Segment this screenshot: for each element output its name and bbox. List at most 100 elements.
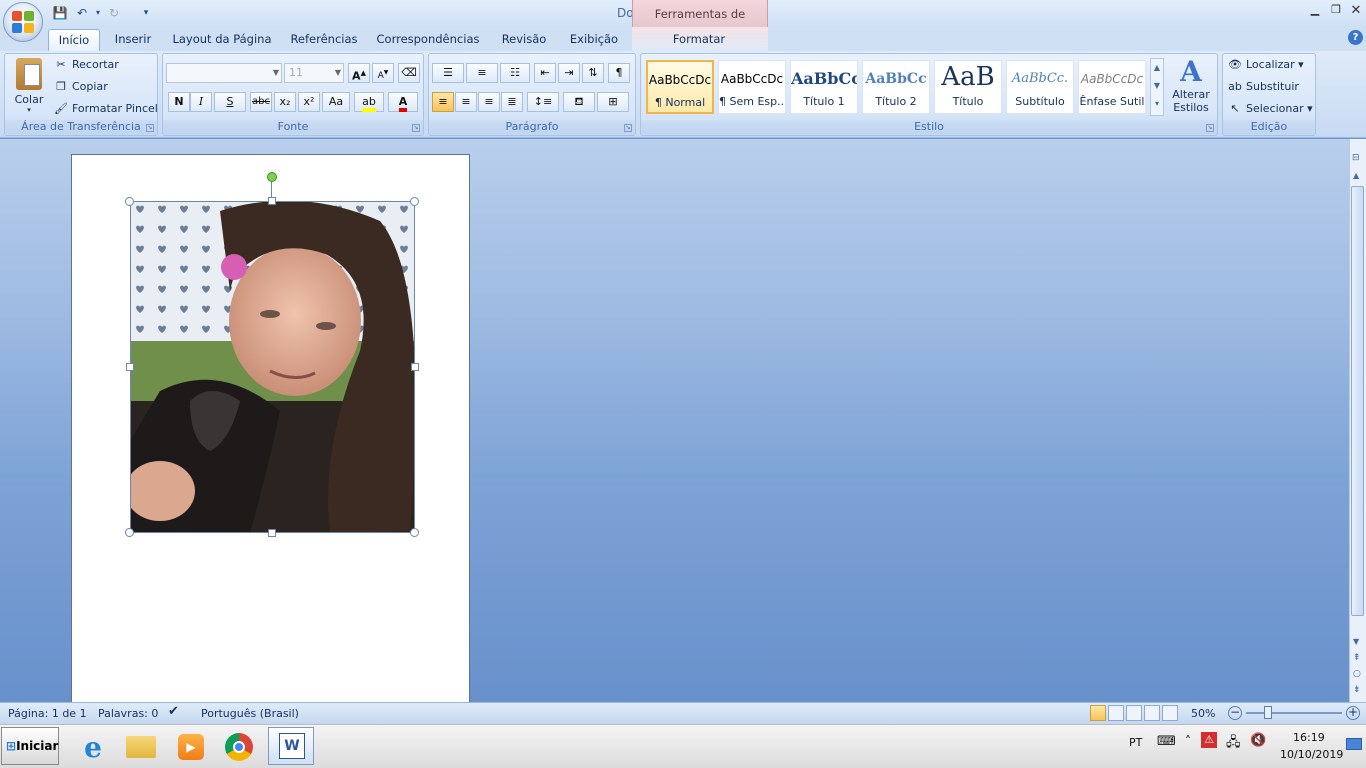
previous-page-icon[interactable]: ⇞ bbox=[1353, 653, 1361, 663]
tab-inserir[interactable]: Inserir bbox=[108, 29, 158, 51]
clock-date[interactable]: 10/10/2019 bbox=[1280, 748, 1343, 761]
subscript-button[interactable]: x₂ bbox=[274, 92, 296, 112]
underline-button[interactable]: S bbox=[214, 92, 246, 112]
page-count[interactable]: Página: 1 de 1 bbox=[8, 707, 87, 721]
internet-explorer-icon[interactable]: e bbox=[76, 730, 110, 764]
scroll-down-icon[interactable]: ▼ bbox=[1353, 637, 1359, 646]
font-color-button[interactable]: A bbox=[388, 92, 418, 112]
chrome-icon[interactable] bbox=[222, 730, 256, 764]
bold-button[interactable]: N bbox=[168, 92, 190, 112]
tab-inicio[interactable]: Início bbox=[48, 29, 100, 51]
zoom-in-icon[interactable]: + bbox=[1346, 706, 1360, 720]
zoom-out-icon[interactable]: − bbox=[1228, 706, 1242, 720]
show-hidden-icons-icon[interactable]: ˄ bbox=[1185, 734, 1191, 748]
shading-button[interactable]: ⛾ bbox=[563, 92, 595, 112]
strikethrough-button[interactable]: abc bbox=[250, 92, 272, 112]
network-icon[interactable]: 🖧 bbox=[1226, 733, 1241, 755]
resize-handle-ne[interactable] bbox=[410, 197, 419, 206]
styles-scroll[interactable]: ▲ ▼ ▾ bbox=[1150, 58, 1164, 116]
copy-button[interactable]: ❐ Copiar bbox=[54, 77, 108, 97]
print-layout-icon[interactable] bbox=[1090, 705, 1106, 721]
paste-button[interactable]: Colar ▾ bbox=[10, 56, 48, 118]
dialog-launcher-icon[interactable]: ↘ bbox=[624, 124, 632, 132]
scroll-up-icon[interactable]: ▲ bbox=[1353, 171, 1359, 180]
clock-time[interactable]: 16:19 bbox=[1293, 731, 1325, 744]
highlight-button[interactable]: ab bbox=[354, 92, 384, 112]
align-center-button[interactable]: ≡ bbox=[455, 92, 477, 112]
grow-font-button[interactable]: A▲ bbox=[348, 63, 370, 83]
format-painter-button[interactable]: 🖌 Formatar Pincel bbox=[54, 99, 158, 119]
bullets-button[interactable]: ☰ bbox=[432, 63, 464, 83]
style-titulo[interactable]: AaB Título bbox=[934, 60, 1002, 114]
show-desktop-icon[interactable] bbox=[1346, 738, 1362, 750]
zoom-level[interactable]: 50% bbox=[1191, 707, 1215, 721]
zoom-slider-thumb[interactable] bbox=[1264, 706, 1272, 719]
resize-handle-n[interactable] bbox=[268, 197, 276, 205]
file-explorer-icon[interactable] bbox=[124, 730, 158, 764]
font-size-combo[interactable]: 11 ▼ bbox=[284, 63, 344, 83]
zoom-slider[interactable] bbox=[1246, 712, 1342, 714]
word-taskbar-button[interactable]: W bbox=[268, 727, 314, 765]
volume-muted-icon[interactable]: 🔇 bbox=[1250, 733, 1266, 748]
resize-handle-e[interactable] bbox=[411, 363, 419, 371]
rotate-handle[interactable] bbox=[267, 172, 277, 182]
full-screen-reading-icon[interactable] bbox=[1108, 705, 1124, 721]
scroll-thumb[interactable] bbox=[1351, 186, 1364, 616]
web-layout-icon[interactable] bbox=[1126, 705, 1142, 721]
media-player-icon[interactable]: ▶ bbox=[174, 730, 208, 764]
tab-layout[interactable]: Layout da Página bbox=[168, 29, 276, 51]
cut-button[interactable]: ✂ Recortar bbox=[54, 55, 118, 75]
resize-handle-s[interactable] bbox=[268, 529, 276, 537]
replace-button[interactable]: ab Substituir bbox=[1228, 77, 1299, 97]
dialog-launcher-icon[interactable]: ↘ bbox=[146, 124, 154, 132]
tab-correspondencias[interactable]: Correspondências bbox=[372, 29, 484, 51]
style-titulo-1[interactable]: AaBbCc Título 1 bbox=[790, 60, 858, 114]
multilevel-list-button[interactable]: ☷ bbox=[500, 63, 530, 83]
show-marks-button[interactable]: ¶ bbox=[608, 63, 630, 83]
style-sem-espacamento[interactable]: AaBbCcDc ¶ Sem Esp... bbox=[718, 60, 786, 114]
increase-indent-button[interactable]: ⇥ bbox=[558, 63, 580, 83]
style-titulo-2[interactable]: AaBbCc Título 2 bbox=[862, 60, 930, 114]
minimize-icon[interactable]: ▁ bbox=[1305, 3, 1325, 21]
resize-handle-sw[interactable] bbox=[125, 528, 134, 537]
antivirus-icon[interactable]: ⚠ bbox=[1201, 732, 1217, 748]
font-name-combo[interactable]: ▼ bbox=[166, 63, 282, 83]
dialog-launcher-icon[interactable]: ↘ bbox=[1206, 124, 1214, 132]
keyboard-icon[interactable]: ⌨ bbox=[1157, 734, 1176, 749]
tab-formatar[interactable]: Formatar bbox=[664, 29, 734, 51]
language-bar[interactable]: PT bbox=[1129, 736, 1142, 749]
numbering-button[interactable]: ≡ bbox=[466, 63, 498, 83]
sort-button[interactable]: ⇅ bbox=[582, 63, 604, 83]
borders-button[interactable]: ⊞ bbox=[597, 92, 629, 112]
next-page-icon[interactable]: ⇟ bbox=[1353, 685, 1361, 695]
style-subtitulo[interactable]: AaBbCc. Subtítulo bbox=[1006, 60, 1074, 114]
draft-icon[interactable] bbox=[1162, 705, 1178, 721]
style-enfase-sutil[interactable]: AaBbCcDc Ênfase Sutil bbox=[1078, 60, 1146, 114]
change-case-button[interactable]: Aa bbox=[322, 92, 350, 112]
resize-handle-w[interactable] bbox=[126, 363, 134, 371]
proofing-icon[interactable]: ✔ bbox=[168, 705, 179, 719]
align-right-button[interactable]: ≡ bbox=[478, 92, 500, 112]
resize-handle-se[interactable] bbox=[410, 528, 419, 537]
clear-format-button[interactable]: ⌫ bbox=[398, 63, 420, 83]
ruler-toggle-icon[interactable]: ⊟ bbox=[1352, 153, 1360, 163]
tab-exibicao[interactable]: Exibição bbox=[562, 29, 626, 51]
close-icon[interactable]: ✕ bbox=[1346, 3, 1366, 21]
dialog-launcher-icon[interactable]: ↘ bbox=[412, 124, 420, 132]
tab-referencias[interactable]: Referências bbox=[286, 29, 362, 51]
help-icon[interactable]: ? bbox=[1348, 30, 1363, 45]
word-count[interactable]: Palavras: 0 bbox=[98, 707, 158, 721]
change-styles-button[interactable]: A Alterar Estilos bbox=[1168, 56, 1214, 118]
select-button[interactable]: ↖ Selecionar ▾ bbox=[1228, 99, 1312, 119]
start-button[interactable]: ⊞Iniciar bbox=[1, 727, 59, 765]
align-left-button[interactable]: ≡ bbox=[432, 92, 454, 112]
language-indicator[interactable]: Português (Brasil) bbox=[201, 707, 299, 721]
decrease-indent-button[interactable]: ⇤ bbox=[534, 63, 556, 83]
office-button[interactable] bbox=[3, 2, 43, 42]
tab-revisao[interactable]: Revisão bbox=[494, 29, 554, 51]
italic-button[interactable]: I bbox=[190, 92, 212, 112]
outline-icon[interactable] bbox=[1144, 705, 1160, 721]
style-normal[interactable]: AaBbCcDc ¶ Normal bbox=[646, 60, 714, 114]
superscript-button[interactable]: x² bbox=[298, 92, 320, 112]
line-spacing-button[interactable]: ↕≡ bbox=[527, 92, 559, 112]
